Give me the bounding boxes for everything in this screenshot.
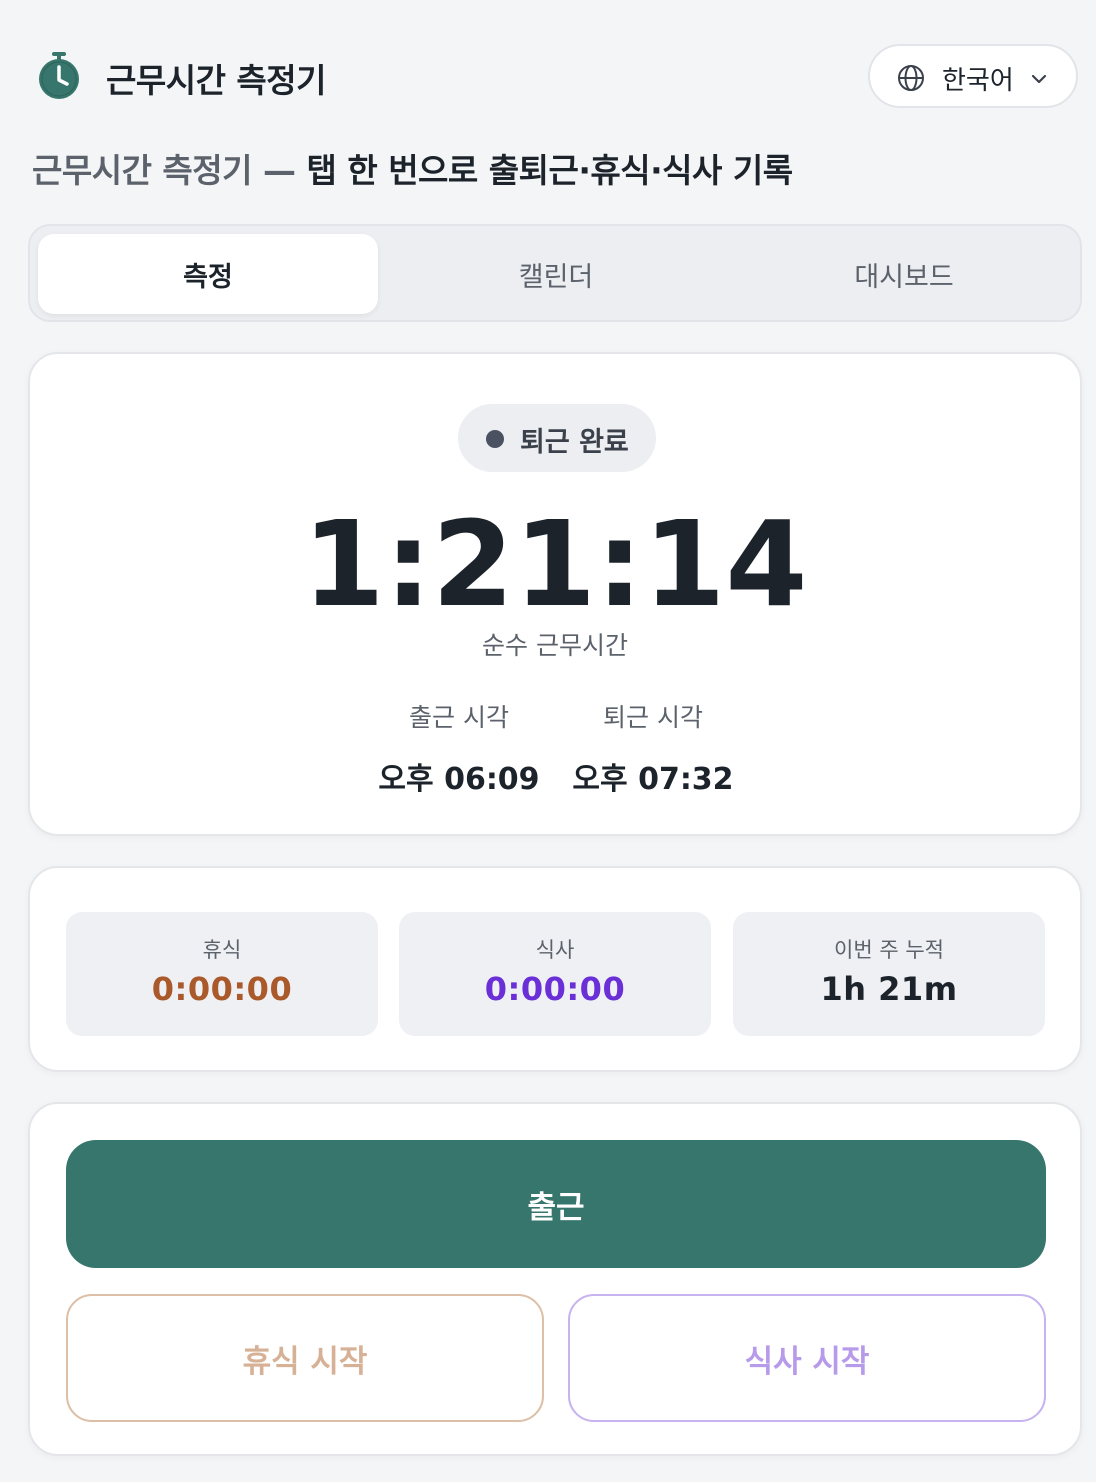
timer-card: 퇴근 완료 1:21:14 순수 근무시간 출근 시각 오후 06:09 퇴근 … <box>28 352 1082 836</box>
break-stat-label: 휴식 <box>202 938 242 962</box>
subtitle-prefix: 근무시간 측정기 — <box>32 151 307 190</box>
status-text: 퇴근 완료 <box>520 427 629 458</box>
tab-calendar[interactable]: 캘린더 <box>386 234 726 314</box>
elapsed-timer: 1:21:14 <box>302 495 808 633</box>
app-header: 근무시간 측정기 한국어 <box>0 0 1096 150</box>
clock-in-value: 오후 06:09 <box>378 762 540 797</box>
tab-measure[interactable]: 측정 <box>38 234 378 314</box>
chevron-down-icon <box>1031 74 1047 84</box>
status-dot-icon <box>486 430 504 448</box>
clock-out-time: 퇴근 시각 오후 07:32 <box>553 698 753 798</box>
clock-in-label: 출근 시각 <box>409 703 509 732</box>
break-start-button[interactable]: 휴식 시작 <box>66 1294 544 1422</box>
break-stat: 휴식 0:00:00 <box>66 912 378 1036</box>
clock-in-time: 출근 시각 오후 06:09 <box>359 698 559 798</box>
status-badge: 퇴근 완료 <box>458 404 656 472</box>
elapsed-label: 순수 근무시간 <box>482 631 628 660</box>
tab-dashboard[interactable]: 대시보드 <box>734 234 1074 314</box>
language-label: 한국어 <box>942 66 1014 96</box>
weekly-total-stat: 이번 주 누적 1h 21m <box>733 912 1045 1036</box>
weekly-total-value: 1h 21m <box>820 970 958 1008</box>
subtitle-main: 탭 한 번으로 출퇴근·휴식·식사 기록 <box>306 151 794 190</box>
meal-start-button[interactable]: 식사 시작 <box>568 1294 1046 1422</box>
stopwatch-icon <box>39 52 79 99</box>
clock-out-label: 퇴근 시각 <box>603 703 703 732</box>
language-selector[interactable]: 한국어 <box>868 44 1078 108</box>
stats-card: 휴식 0:00:00 식사 0:00:00 이번 주 누적 1h 21m <box>28 866 1082 1072</box>
globe-icon <box>898 65 924 91</box>
weekly-total-label: 이번 주 누적 <box>834 938 944 962</box>
clock-out-value: 오후 07:32 <box>572 762 734 797</box>
meal-stat: 식사 0:00:00 <box>399 912 711 1036</box>
tab-bar: 측정 캘린더 대시보드 <box>28 224 1082 322</box>
break-stat-value: 0:00:00 <box>151 970 293 1008</box>
actions-card: 출근 휴식 시작 식사 시작 <box>28 1102 1082 1456</box>
meal-stat-label: 식사 <box>535 938 575 962</box>
app-title: 근무시간 측정기 <box>106 61 327 100</box>
clock-in-button[interactable]: 출근 <box>66 1140 1046 1268</box>
meal-stat-value: 0:00:00 <box>484 970 626 1008</box>
page-subtitle: 근무시간 측정기 — 탭 한 번으로 출퇴근·휴식·식사 기록 <box>32 144 793 192</box>
